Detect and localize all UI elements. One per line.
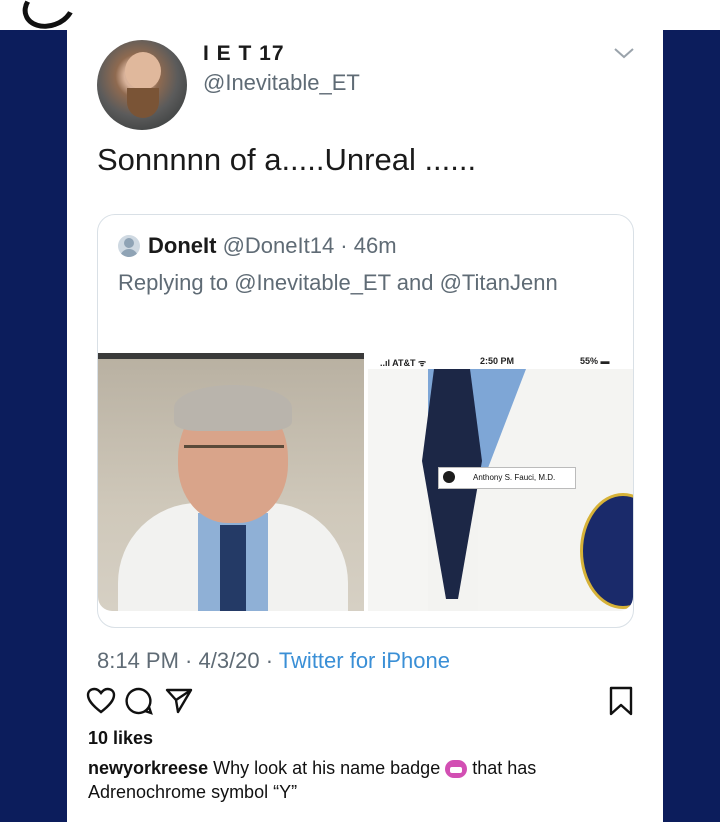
reply-prefix: Replying to	[118, 270, 235, 295]
tweet-text: Sonnnnn of a.....Unreal ......	[97, 142, 477, 177]
status-carrier: ..ıl AT&T ᯤ	[380, 358, 427, 368]
tweet-source[interactable]: Twitter for iPhone	[279, 648, 450, 673]
status-battery: 55% ▬	[580, 356, 610, 366]
tweet-meta: 8:14 PM · 4/3/20 · Twitter for iPhone	[97, 648, 450, 674]
reply-and: and	[390, 270, 440, 295]
display-name[interactable]: I E T 17	[203, 42, 285, 66]
replying-to: Replying to @Inevitable_ET and @TitanJen…	[118, 267, 558, 299]
quoted-handle-time: @DoneIt14 · 46m	[216, 233, 397, 258]
avatar-beard	[127, 88, 159, 118]
top-bar	[0, 0, 720, 36]
avatar[interactable]	[97, 40, 187, 130]
vampire-mouth-emoji-icon	[445, 760, 468, 779]
photo-hair	[174, 385, 292, 431]
quoted-header: DoneIt @DoneIt14 · 46m	[148, 233, 397, 259]
reply-mention-1[interactable]: @Inevitable_ET	[234, 270, 390, 295]
closeup-lapel	[368, 369, 428, 611]
chevron-down-icon[interactable]	[613, 46, 635, 60]
quoted-avatar[interactable]	[118, 235, 140, 257]
comment-icon[interactable]	[124, 686, 154, 716]
badge-text: Anthony S. Fauci, M.D.	[473, 473, 556, 482]
left-border-band	[0, 30, 67, 822]
portrait-photo[interactable]	[98, 353, 364, 611]
quoted-tweet[interactable]: DoneIt @DoneIt14 · 46m Replying to @Inev…	[97, 214, 634, 628]
photo-tie	[220, 525, 246, 611]
default-avatar-body	[120, 249, 138, 257]
tweet-card: I E T 17 @Inevitable_ET Sonnnnn of a....…	[67, 30, 663, 675]
badge-closeup-photo[interactable]: Anthony S. Fauci, M.D. ..ıl AT&T ᯤ 2:50 …	[368, 353, 633, 611]
name-badge: Anthony S. Fauci, M.D.	[438, 467, 576, 489]
post-actions	[86, 686, 646, 720]
share-icon[interactable]	[164, 686, 194, 716]
default-avatar-head	[124, 238, 134, 248]
tweet-timestamp[interactable]: 8:14 PM · 4/3/20 ·	[97, 648, 279, 673]
reply-mention-2[interactable]: @TitanJenn	[440, 270, 558, 295]
caption-text-1: Why look at his name badge	[208, 758, 446, 778]
right-border-band	[663, 30, 720, 822]
avatar-head	[125, 52, 161, 90]
caption-username[interactable]: newyorkreese	[88, 758, 208, 778]
bookmark-icon[interactable]	[606, 686, 636, 716]
user-handle[interactable]: @Inevitable_ET	[203, 70, 360, 96]
photo-glasses	[184, 445, 284, 466]
status-time: 2:50 PM	[480, 356, 515, 366]
likes-count[interactable]: 10 likes	[88, 728, 153, 749]
phone-status-bar: ..ıl AT&T ᯤ 2:50 PM 55% ▬	[368, 353, 633, 369]
heart-icon[interactable]	[86, 686, 116, 716]
badge-logo-icon	[443, 471, 455, 483]
quoted-name[interactable]: DoneIt	[148, 233, 216, 258]
post-caption: newyorkreese Why look at his name badge …	[88, 756, 633, 804]
